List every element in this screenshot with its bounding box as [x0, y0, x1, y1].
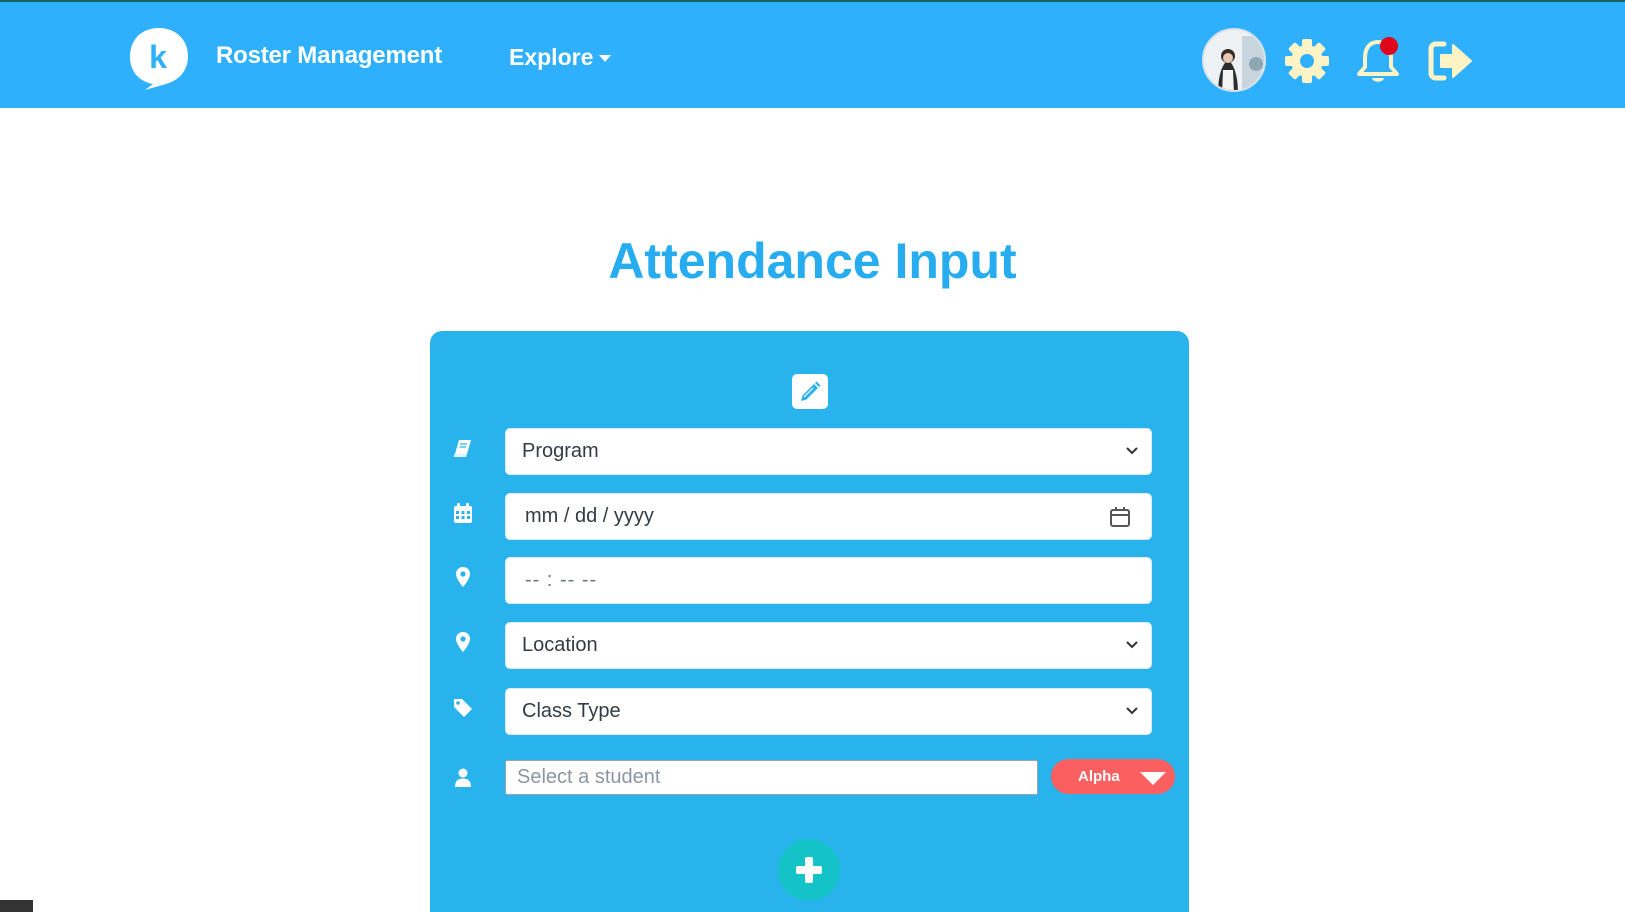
- location-select-value: Location: [522, 634, 598, 656]
- pencil-icon: [801, 381, 821, 401]
- location-select[interactable]: Location: [505, 622, 1152, 669]
- svg-text:k: k: [149, 39, 167, 75]
- program-select[interactable]: Program: [505, 428, 1152, 475]
- edit-button[interactable]: [792, 374, 828, 409]
- date-input-value: mm / dd / yyyy: [525, 505, 654, 527]
- notification-dot: [1380, 37, 1398, 55]
- add-button[interactable]: [778, 839, 840, 901]
- chevron-down-icon: [1126, 641, 1138, 649]
- alpha-sort-label: Alpha: [1078, 768, 1120, 785]
- date-input[interactable]: mm / dd / yyyy: [505, 493, 1152, 540]
- chevron-down-icon: [1126, 707, 1138, 715]
- chevron-down-icon: [1126, 447, 1138, 455]
- time-input-value: -- : -- --: [525, 569, 598, 591]
- class-type-select[interactable]: Class Type: [505, 688, 1152, 735]
- explore-label: Explore: [509, 44, 594, 70]
- triangle-down-icon: [1140, 772, 1166, 785]
- corner-artifact: [0, 900, 33, 912]
- student-search-input[interactable]: Select a student: [505, 760, 1038, 795]
- attendance-form-card: Program mm / dd / yyyy -- : -- -- Locati…: [430, 331, 1189, 912]
- explore-menu[interactable]: Explore: [509, 44, 612, 71]
- calendar-icon: [452, 502, 474, 524]
- alpha-sort-button[interactable]: Alpha: [1051, 759, 1175, 794]
- time-input[interactable]: -- : -- --: [505, 557, 1152, 604]
- sign-out-icon[interactable]: [1426, 36, 1476, 86]
- brand-title[interactable]: Roster Management: [216, 42, 442, 70]
- user-avatar[interactable]: [1202, 28, 1266, 92]
- map-marker-icon: [452, 566, 474, 588]
- user-icon: [452, 766, 474, 788]
- app-logo[interactable]: k: [128, 26, 190, 92]
- student-search-placeholder: Select a student: [517, 766, 661, 788]
- caret-down-icon: [599, 55, 612, 62]
- calendar-picker-icon[interactable]: [1109, 506, 1131, 528]
- plus-icon: [796, 857, 822, 883]
- tag-icon: [452, 697, 474, 719]
- book-icon: [452, 437, 474, 459]
- top-navbar: k Roster Management Explore: [0, 2, 1625, 108]
- gear-icon[interactable]: [1282, 36, 1332, 86]
- class-type-select-value: Class Type: [522, 700, 621, 722]
- program-select-value: Program: [522, 440, 599, 462]
- bell-icon[interactable]: [1353, 36, 1403, 86]
- page-title: Attendance Input: [608, 233, 1017, 289]
- map-marker-icon: [452, 631, 474, 653]
